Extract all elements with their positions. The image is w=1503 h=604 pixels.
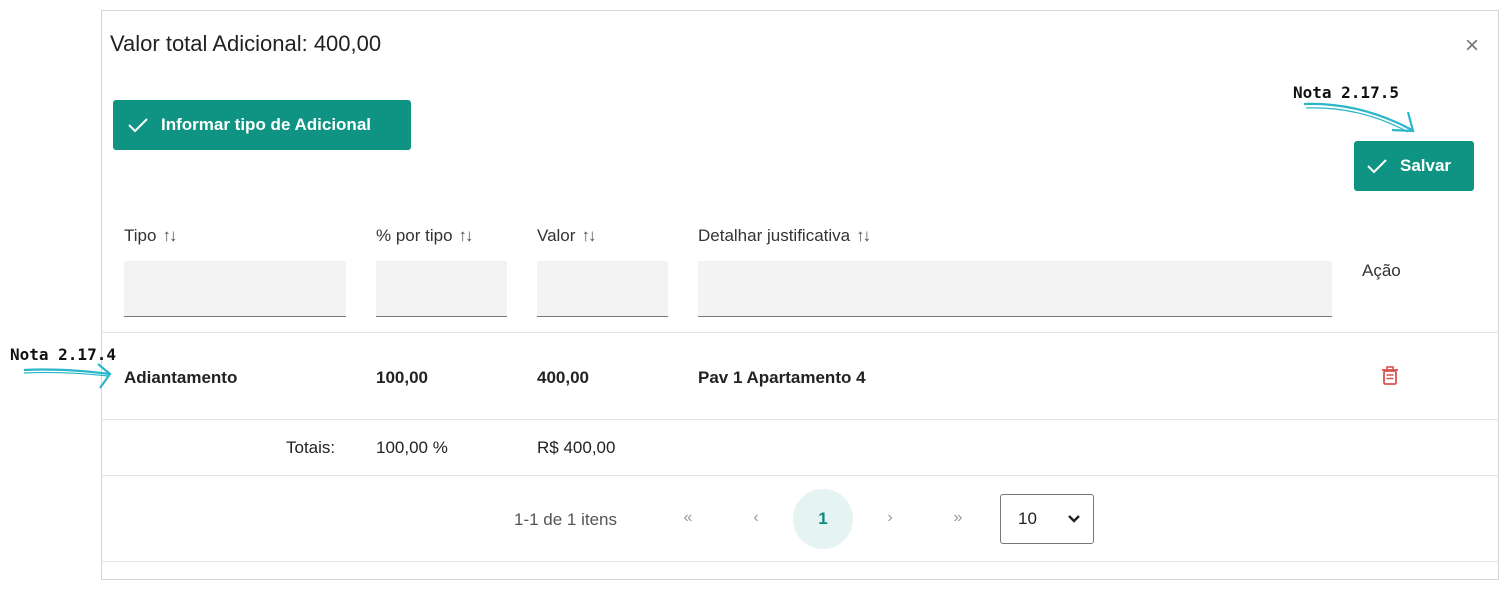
save-button-label: Salvar — [1400, 156, 1452, 175]
annotation-arrow-icon — [23, 363, 112, 389]
modal-title: Valor total Adicional: 400,00 — [110, 31, 382, 56]
page-size-value: 10 — [1018, 509, 1037, 528]
totals-label: Totais: — [286, 438, 336, 457]
sort-icon[interactable]: ↑↓ — [162, 226, 177, 245]
divider — [102, 419, 1498, 420]
close-icon[interactable]: × — [1461, 34, 1483, 58]
column-header-valor[interactable]: Valor ↑↓ — [537, 226, 596, 246]
chevron-down-icon — [1068, 515, 1080, 523]
last-page-button[interactable]: » — [928, 489, 988, 547]
sort-icon[interactable]: ↑↓ — [856, 226, 871, 245]
save-button[interactable]: Salvar — [1354, 141, 1474, 191]
check-icon — [128, 118, 148, 133]
trash-icon[interactable] — [1381, 366, 1399, 386]
modal-dialog: Valor total Adicional: 400,00 × Informar… — [101, 10, 1499, 580]
cell-percent: 100,00 — [376, 368, 428, 387]
filter-input-percent[interactable] — [376, 261, 507, 317]
page-size-select[interactable]: 10 — [1000, 494, 1094, 544]
divider — [102, 475, 1498, 476]
cell-justificativa: Pav 1 Apartamento 4 — [698, 368, 866, 387]
divider — [102, 332, 1498, 333]
cell-tipo: Adiantamento — [124, 368, 238, 387]
sort-icon[interactable]: ↑↓ — [459, 226, 474, 245]
annotation-arrow-icon — [1303, 102, 1415, 133]
divider — [102, 561, 1498, 562]
first-page-button[interactable]: « — [658, 489, 718, 547]
column-header-tipo[interactable]: Tipo ↑↓ — [124, 226, 177, 246]
pagination-summary: 1-1 de 1 itens — [514, 510, 618, 529]
totals-percent: 100,00 % — [376, 438, 448, 457]
totals-valor: R$ 400,00 — [537, 438, 616, 457]
column-header-justificativa[interactable]: Detalhar justificativa ↑↓ — [698, 226, 871, 246]
filter-input-valor[interactable] — [537, 261, 668, 317]
page-button-current[interactable]: 1 — [793, 489, 853, 549]
column-header-acao: Ação — [1362, 261, 1401, 280]
informar-tipo-adicional-button[interactable]: Informar tipo de Adicional — [113, 100, 411, 150]
filter-input-tipo[interactable] — [124, 261, 346, 317]
column-header-percent[interactable]: % por tipo ↑↓ — [376, 226, 474, 246]
prev-page-button[interactable]: ‹ — [726, 489, 786, 547]
sort-icon[interactable]: ↑↓ — [581, 226, 596, 245]
filter-input-justificativa[interactable] — [698, 261, 1332, 317]
next-page-button[interactable]: › — [860, 489, 920, 547]
informar-button-label: Informar tipo de Adicional — [161, 115, 371, 134]
check-icon — [1367, 159, 1387, 174]
cell-valor: 400,00 — [537, 368, 589, 387]
